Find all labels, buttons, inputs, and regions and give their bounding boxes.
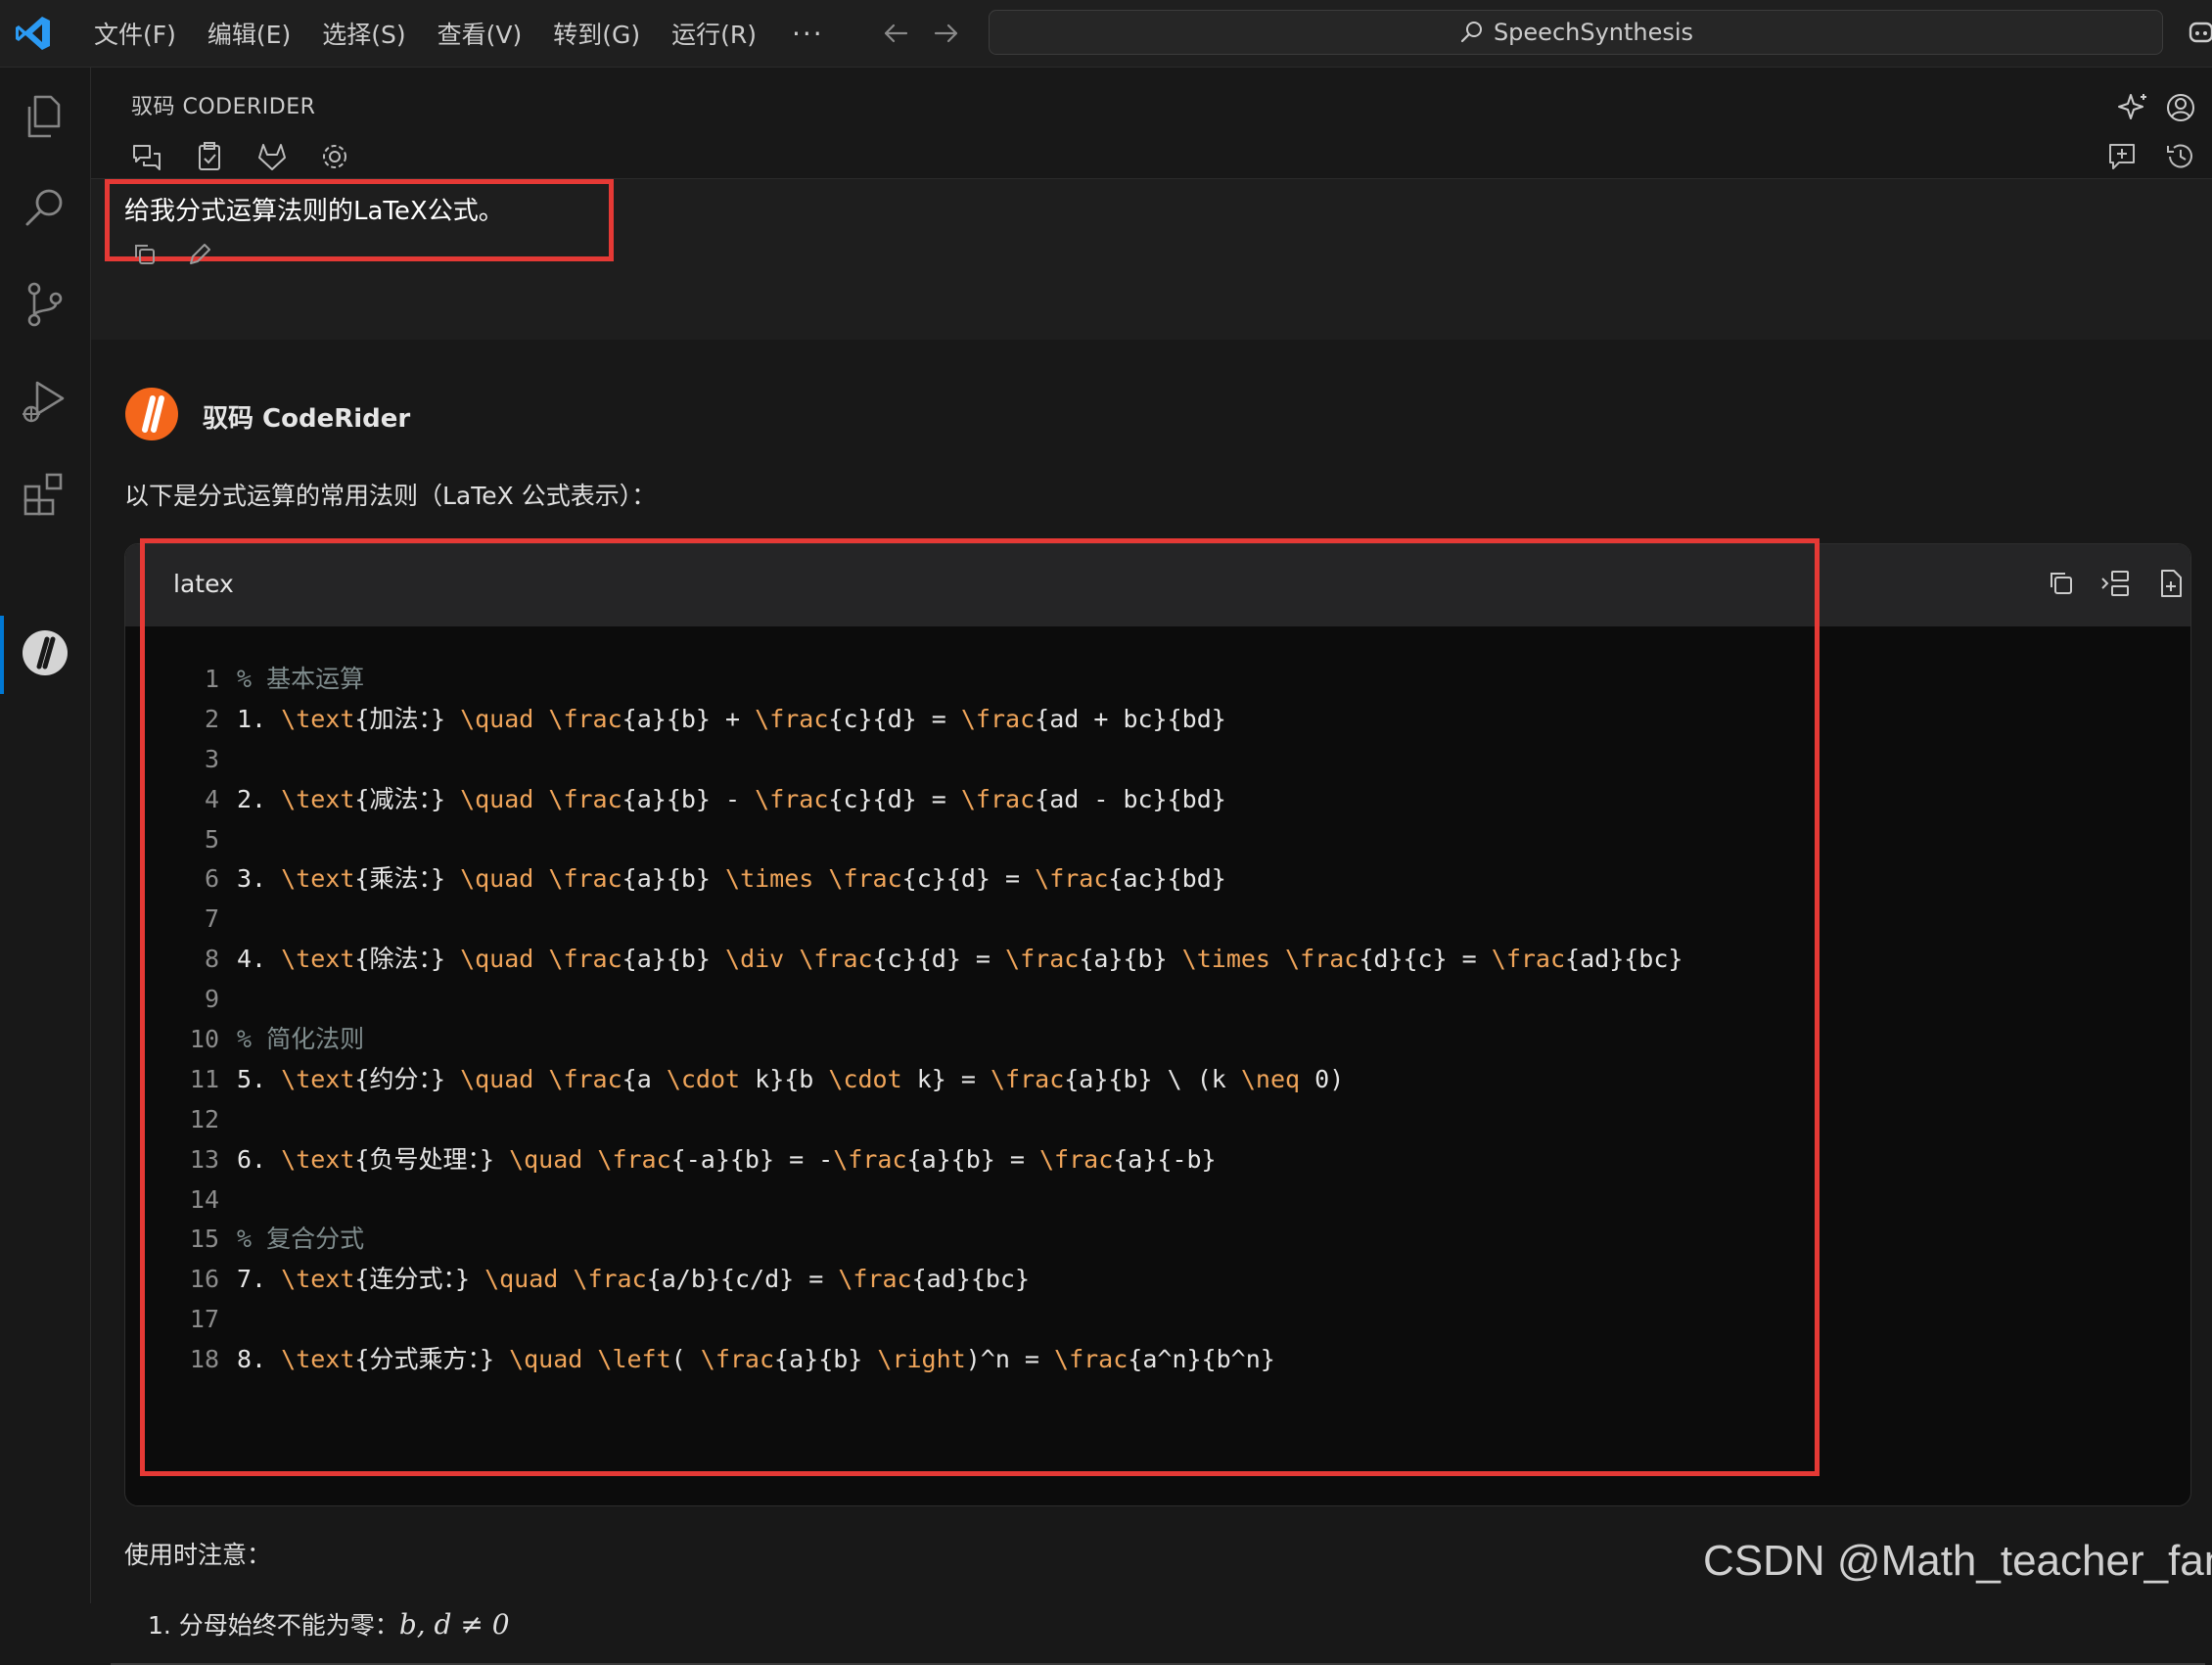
note-item: 1. 分母始终不能为零：b, d ≠ 0 — [148, 1606, 510, 1642]
clipboard-check-icon[interactable] — [193, 140, 226, 173]
run-debug-icon[interactable] — [18, 373, 72, 428]
assistant-name: 驭码 CodeRider — [203, 404, 411, 434]
panel-title: 驭码 CODERIDER — [131, 95, 316, 119]
workspace-name: SpeechSynthesis — [1493, 19, 1694, 46]
search-icon — [1460, 22, 1482, 43]
copy-icon[interactable] — [2044, 566, 2079, 601]
forward-arrow-icon[interactable] — [930, 17, 963, 50]
command-center-search[interactable]: SpeechSynthesis — [989, 10, 2163, 55]
back-arrow-icon[interactable] — [879, 17, 912, 50]
activity-bar — [0, 68, 91, 1603]
extensions-icon[interactable] — [18, 467, 72, 522]
title-bar: 文件(F) 编辑(E) 选择(S) 查看(V) 转到(G) 运行(R) ··· … — [0, 0, 2212, 68]
watermark: CSDN @Math_teacher_fan — [1703, 1537, 2212, 1585]
note-math: b, d ≠ 0 — [398, 1608, 510, 1641]
notes-title: 使用时注意： — [124, 1541, 272, 1569]
active-indicator — [0, 616, 4, 694]
menu-go[interactable]: 转到(G) — [537, 16, 656, 51]
new-chat-icon[interactable] — [2105, 140, 2139, 173]
account-icon[interactable] — [2164, 91, 2197, 124]
menu-edit[interactable]: 编辑(E) — [192, 16, 306, 51]
code-block-highlight — [140, 538, 1820, 1476]
user-message-highlight — [105, 179, 614, 261]
menu-more-button[interactable]: ··· — [772, 18, 844, 50]
insert-icon[interactable] — [2098, 566, 2134, 601]
coderider-panel: 驭码 CODERIDER 给我分式运算法则的LaTeX公式。 驭码 CodeRi… — [91, 68, 2212, 1665]
gear-icon[interactable] — [318, 140, 351, 173]
menu-file[interactable]: 文件(F) — [78, 16, 192, 51]
copy-icon[interactable] — [130, 240, 160, 269]
sparkle-icon[interactable] — [2117, 91, 2150, 124]
menu-view[interactable]: 查看(V) — [422, 16, 538, 51]
menu-selection[interactable]: 选择(S) — [306, 16, 421, 51]
search-icon[interactable] — [18, 181, 72, 236]
history-icon[interactable] — [2164, 140, 2197, 173]
explorer-icon[interactable] — [18, 89, 72, 144]
note-text: 1. 分母始终不能为零： — [148, 1611, 399, 1640]
edit-pencil-icon[interactable] — [185, 240, 214, 269]
chat-icon[interactable] — [130, 140, 163, 173]
vscode-logo-icon — [14, 14, 53, 53]
source-control-icon[interactable] — [18, 277, 72, 332]
menu-bar: 文件(F) 编辑(E) 选择(S) 查看(V) 转到(G) 运行(R) ··· — [78, 0, 844, 67]
coderider-logo-icon — [124, 387, 179, 441]
gitlab-icon[interactable] — [255, 140, 289, 173]
coderider-icon[interactable] — [18, 625, 72, 680]
menu-run[interactable]: 运行(R) — [656, 16, 772, 51]
assistant-intro: 以下是分式运算的常用法则（LaTeX 公式表示）： — [124, 482, 657, 510]
copilot-icon[interactable] — [2185, 20, 2212, 49]
new-file-icon[interactable] — [2153, 566, 2189, 601]
user-message: 给我分式运算法则的LaTeX公式。 — [91, 179, 2212, 340]
